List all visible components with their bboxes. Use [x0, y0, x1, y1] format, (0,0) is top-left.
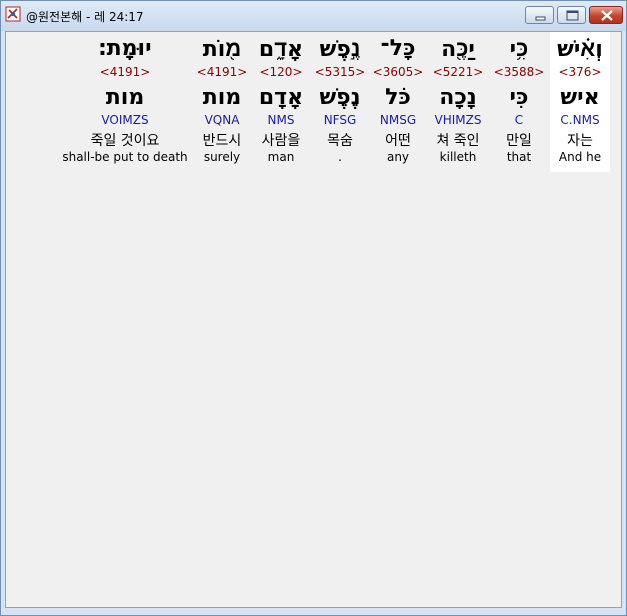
korean-gloss: 만일	[506, 133, 532, 149]
korean-gloss: 죽일 것이요	[90, 133, 160, 149]
korean-gloss: 어떤	[385, 133, 411, 149]
hebrew-pointed-word: יוּמָֽת׃	[98, 36, 152, 61]
word-column-1[interactable]: וְאִ֗ישׁ <376> איש C.NMS 자는 And he	[550, 32, 610, 172]
english-gloss: shall-be put to death	[62, 150, 188, 164]
maximize-button[interactable]	[557, 6, 586, 24]
korean-gloss: 자는	[567, 133, 593, 149]
application-window: @원전본해 - 레 24:17 וְאִ֗ישׁ <376> איש C.NMS…	[0, 0, 627, 616]
morphology-code: NMSG	[379, 113, 417, 127]
hebrew-lexical-form: כִּי	[509, 85, 529, 110]
hebrew-lexical-form: אָדָם	[258, 85, 304, 110]
korean-gloss: 쳐 죽인	[436, 133, 480, 149]
hebrew-lexical-form: איש	[560, 85, 600, 110]
strong-number-link[interactable]: <5315>	[312, 65, 368, 79]
hebrew-pointed-word: כָּל־	[380, 36, 416, 61]
word-column-5[interactable]: נֶ֣פֶשׁ <5315> נֶפֶשׁ NFSG 목숨 .	[312, 32, 368, 172]
english-gloss: surely	[203, 150, 241, 164]
word-column-3[interactable]: יַכֶּ֖ה <5221> נָכָה VHIMZS 쳐 죽인 killeth	[428, 32, 488, 172]
english-gloss: that	[506, 150, 532, 164]
korean-gloss: 목숨	[327, 133, 353, 149]
strong-number-link[interactable]: <3605>	[370, 65, 426, 79]
morphology-code: VOIMZS	[101, 113, 149, 127]
title-bar[interactable]: @원전본해 - 레 24:17	[1, 1, 626, 31]
hebrew-pointed-word: נֶ֣פֶשׁ	[319, 37, 361, 62]
hebrew-pointed-word: יַכֶּ֖ה	[441, 37, 475, 62]
hebrew-lexical-form: נֶפֶשׁ	[319, 85, 361, 110]
word-column-7[interactable]: מ֖וֹת <4191> מות VQNA 반드시 surely	[192, 32, 252, 172]
morphology-code: VQNA	[204, 113, 240, 127]
english-gloss: And he	[558, 150, 602, 164]
morphology-code: NFSG	[323, 113, 357, 127]
close-button[interactable]	[589, 6, 623, 24]
morphology-code: C	[514, 113, 524, 127]
strong-number-link[interactable]: <120>	[254, 65, 308, 79]
english-gloss: any	[386, 150, 410, 164]
morphology-code: C.NMS	[560, 113, 600, 127]
word-column-6[interactable]: אָדָ֑ם <120> אָדָם NMS 사람을 man	[254, 32, 308, 172]
word-column-4[interactable]: כָּל־ <3605> כֹּל NMSG 어떤 any	[370, 32, 426, 172]
strong-number-link[interactable]: <3588>	[492, 65, 546, 79]
close-icon	[601, 10, 613, 21]
strong-number-link[interactable]: <5221>	[428, 65, 488, 79]
hebrew-pointed-word: אָדָ֑ם	[258, 37, 304, 62]
hebrew-lexical-form: נָכָה	[439, 85, 477, 110]
hebrew-lexical-form: כֹּל	[385, 85, 411, 110]
strong-number-link[interactable]: <4191>	[62, 65, 188, 79]
hebrew-lexical-form: מות	[202, 85, 242, 110]
bible-app-icon[interactable]	[5, 6, 21, 22]
hebrew-pointed-word: וְאִ֗ישׁ	[557, 37, 603, 62]
morphology-code: NMS	[267, 113, 295, 127]
strong-number-link[interactable]: <4191>	[192, 65, 252, 79]
maximize-icon	[566, 10, 579, 21]
hebrew-pointed-word: מ֖וֹת	[202, 37, 242, 62]
morphology-code: VHIMZS	[434, 113, 482, 127]
hebrew-pointed-word: כִּ֥י	[509, 37, 529, 62]
word-column-8[interactable]: יוּמָֽת׃ <4191> מות VOIMZS 죽일 것이요 shall-…	[62, 32, 188, 172]
english-gloss: killeth	[439, 150, 477, 164]
interlinear-panel: וְאִ֗ישׁ <376> איש C.NMS 자는 And he כִּ֥י…	[5, 31, 622, 608]
minimize-button[interactable]	[525, 6, 554, 24]
english-gloss: .	[338, 150, 342, 164]
hebrew-lexical-form: מות	[105, 85, 145, 110]
minimize-icon	[535, 16, 546, 21]
word-column-2[interactable]: כִּ֥י <3588> כִּי C 만일 that	[492, 32, 546, 172]
korean-gloss: 사람을	[261, 133, 301, 149]
english-gloss: man	[267, 150, 295, 164]
strong-number-link[interactable]: <376>	[550, 65, 610, 79]
window-title: @원전본해 - 레 24:17	[26, 10, 144, 24]
korean-gloss: 반드시	[202, 133, 242, 149]
